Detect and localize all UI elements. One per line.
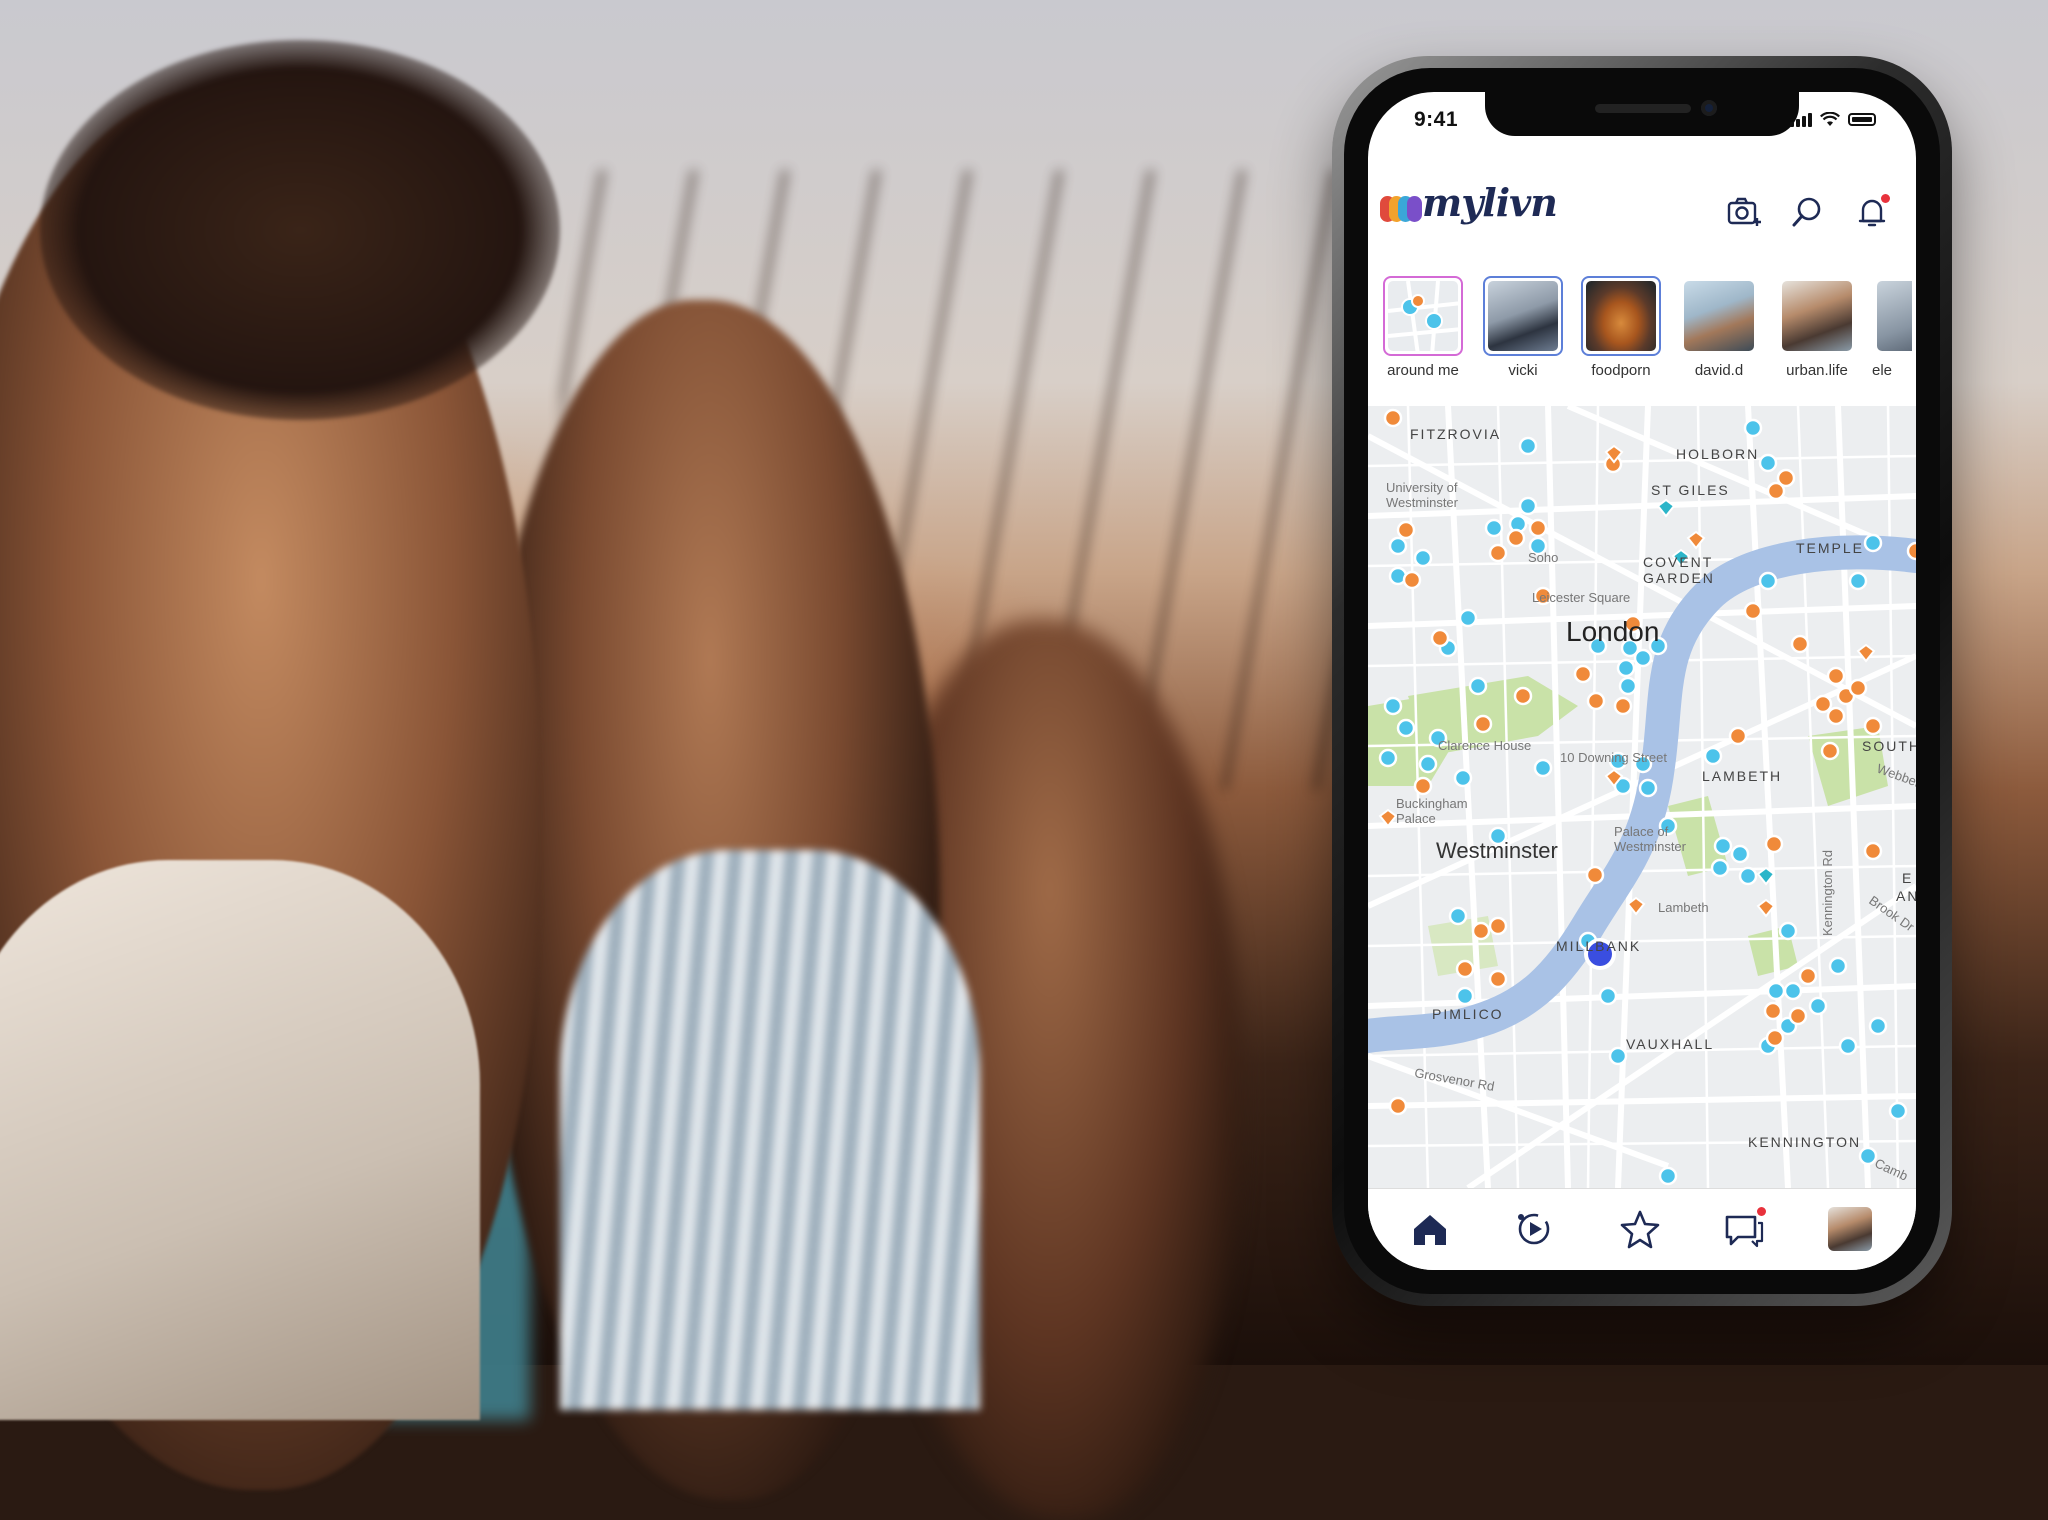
stories-strip[interactable]: around me vicki foodporn david.d urban.l… [1380, 276, 1916, 386]
story-thumbnail [1483, 276, 1563, 356]
map-label-covent-garden: COVENT GARDEN [1643, 554, 1715, 586]
status-icons [1790, 112, 1876, 127]
app-header: mylivn [1368, 180, 1916, 240]
map-label-buckingham-palace: Buckingham Palace [1396, 796, 1468, 826]
story-thumbnail [1679, 276, 1759, 356]
bottom-tab-bar [1368, 1188, 1916, 1270]
map-label-downing-street: 10 Downing Street [1560, 750, 1667, 765]
notification-dot [1881, 194, 1890, 203]
chat-notification-dot [1757, 1207, 1766, 1216]
camera-plus-icon[interactable] [1726, 194, 1762, 230]
app-logo[interactable]: mylivn [1422, 180, 1558, 225]
map-label-kennington-rd: Kennington Rd [1820, 849, 1835, 936]
map-label-st-giles: ST GILES [1651, 482, 1730, 498]
map-label-westminster: Westminster [1436, 838, 1558, 863]
chat-icon[interactable] [1722, 1207, 1766, 1251]
wifi-icon [1820, 112, 1840, 126]
status-bar: 9:41 [1368, 92, 1916, 150]
status-time: 9:41 [1414, 108, 1459, 131]
story-thumbnail [1777, 276, 1857, 356]
story-david-d[interactable]: david.d [1676, 276, 1762, 379]
search-icon[interactable] [1790, 194, 1826, 230]
phone-screen: 9:41 mylivn around me vicki foodporn dav… [1368, 92, 1916, 1270]
story-label: david.d [1694, 362, 1744, 379]
map-label-vauxhall: VAUXHALL [1626, 1036, 1715, 1052]
story-label: foodporn [1591, 362, 1651, 379]
story-label: ele [1872, 362, 1893, 379]
map-label-south: SOUTH [1862, 738, 1916, 754]
profile-avatar[interactable] [1828, 1207, 1872, 1251]
map-view[interactable]: FITZROVIA HOLBORN ST GILES University of… [1368, 406, 1916, 1188]
map-label-holborn: HOLBORN [1676, 446, 1760, 462]
story-ele[interactable]: ele [1872, 276, 1912, 379]
home-icon[interactable] [1408, 1207, 1452, 1251]
map-label-pimlico: PIMLICO [1432, 1006, 1504, 1022]
map-label-an: AN [1896, 888, 1916, 904]
map-label-temple: TEMPLE [1796, 540, 1865, 556]
map-label-university: University of Westminster [1386, 480, 1458, 510]
bell-icon[interactable] [1854, 194, 1890, 230]
story-around-me[interactable]: around me [1380, 276, 1466, 379]
story-urban-life[interactable]: urban.life [1774, 276, 1860, 379]
story-label: urban.life [1786, 362, 1848, 379]
map-label-kennington: KENNINGTON [1748, 1134, 1862, 1150]
phone-mockup: 9:41 mylivn around me vicki foodporn dav… [1332, 56, 1952, 1306]
story-thumbnail [1383, 276, 1463, 356]
background-person-1-hair [40, 40, 560, 420]
logo-mark [1380, 196, 1422, 222]
story-label: around me [1387, 362, 1459, 379]
map-label-palace-of-westminster: Palace of Westminster [1614, 824, 1686, 854]
map-label-soho: Soho [1528, 550, 1559, 565]
star-icon[interactable] [1618, 1207, 1662, 1251]
map-label-lambeth: LAMBETH [1702, 768, 1783, 784]
map-label-e: E [1902, 870, 1914, 886]
story-thumbnail [1581, 276, 1661, 356]
background-person-2-shirt [560, 850, 980, 1410]
signal-icon [1790, 112, 1812, 127]
background-person-1-shirt [0, 860, 480, 1420]
map-label-lambeth-small: Lambeth [1658, 900, 1709, 915]
story-thumbnail [1872, 276, 1912, 356]
map-label-fitzrovia: FITZROVIA [1410, 426, 1502, 442]
map-label-millbank: MILLBANK [1556, 938, 1642, 954]
story-foodporn[interactable]: foodporn [1578, 276, 1664, 379]
story-label: vicki [1508, 362, 1538, 379]
mini-map-icon [1387, 280, 1461, 354]
map-label-london: London [1566, 616, 1660, 647]
map-label-clarence-house: Clarence House [1438, 738, 1532, 753]
stories-play-icon[interactable] [1512, 1207, 1556, 1251]
battery-icon [1848, 113, 1876, 126]
story-vicki[interactable]: vicki [1480, 276, 1566, 379]
map-label-leicester-square: Leicester Square [1532, 590, 1631, 605]
